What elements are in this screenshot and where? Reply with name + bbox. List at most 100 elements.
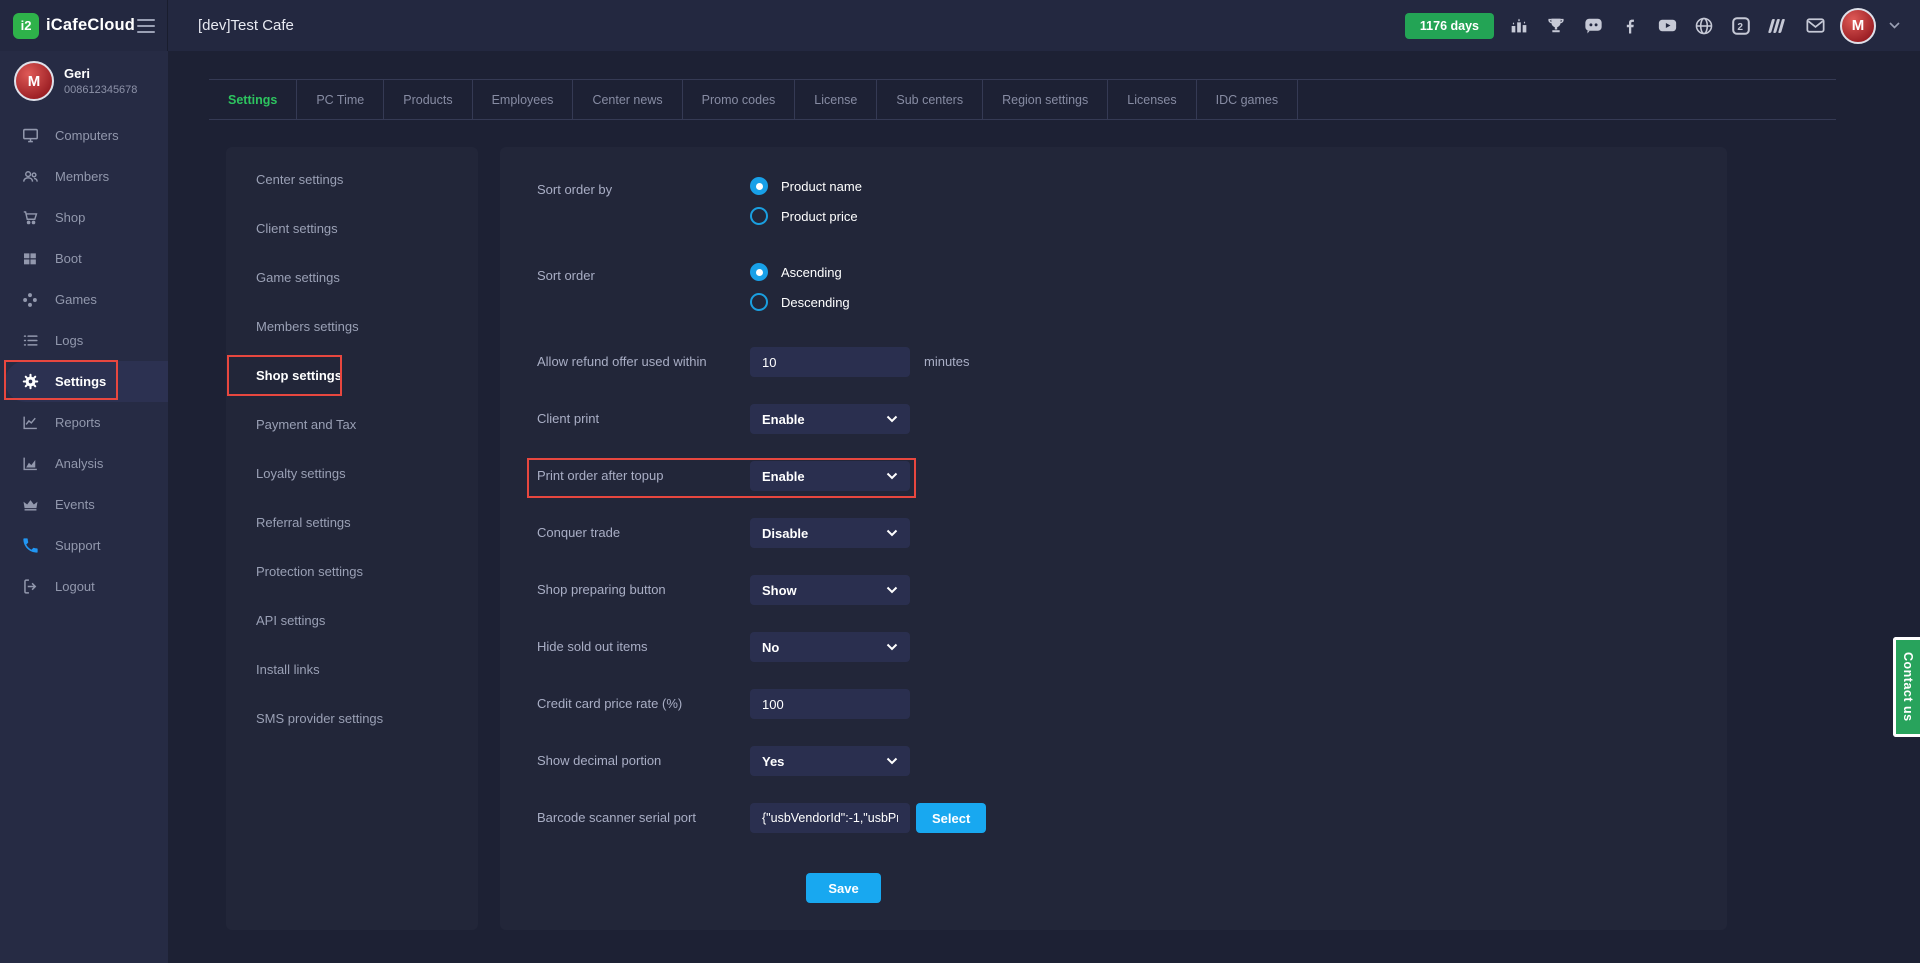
mail-icon[interactable] (1803, 14, 1827, 38)
field-label: Hide sold out items (537, 632, 750, 662)
tab-promo-codes[interactable]: Promo codes (683, 80, 796, 119)
radio-label: Ascending (781, 265, 842, 280)
contact-us-tab[interactable]: Contact us (1893, 637, 1920, 737)
field-label: Shop preparing button (537, 575, 750, 605)
subnav-sms-provider-settings[interactable]: SMS provider settings (226, 694, 478, 743)
field-shop-preparing-button: Shop preparing button Show (537, 575, 1150, 605)
sidebar-item-label: Logs (55, 333, 83, 348)
sidebar-item-label: Support (55, 538, 101, 553)
sidebar-item-members[interactable]: Members (0, 156, 168, 197)
subnav-center-settings[interactable]: Center settings (226, 155, 478, 204)
shop-preparing-button-select[interactable]: Show (750, 575, 910, 605)
conquer-trade-select[interactable]: Disable (750, 518, 910, 548)
show-decimal-portion-select[interactable]: Yes (750, 746, 910, 776)
client-print-select[interactable]: Enable (750, 404, 910, 434)
ranking-icon[interactable] (1507, 14, 1531, 38)
field-print-order-after-topup: Print order after topup Enable (537, 461, 1150, 491)
field-hide-sold-out-items: Hide sold out items No (537, 632, 1150, 662)
field-label: Sort order (537, 261, 750, 311)
hide-sold-out-items-select[interactable]: No (750, 632, 910, 662)
radio-label: Product price (781, 209, 858, 224)
radio-product-price[interactable]: Product price (750, 207, 862, 225)
gamepad-icon (21, 290, 40, 309)
chevron-down-icon (886, 472, 898, 480)
credit-card-rate-input[interactable] (750, 689, 910, 719)
chevron-down-icon[interactable] (1889, 22, 1900, 29)
sidebar-item-label: Games (55, 292, 97, 307)
sidebar-item-logs[interactable]: Logs (0, 320, 168, 361)
sidebar-item-settings[interactable]: Settings (5, 361, 168, 402)
field-label: Allow refund offer used within (537, 347, 750, 377)
subnav-game-settings[interactable]: Game settings (226, 253, 478, 302)
subnav-api-settings[interactable]: API settings (226, 596, 478, 645)
sidebar-menu: Computers Members Shop Boot Games Logs S… (0, 115, 168, 607)
sidebar-item-analysis[interactable]: Analysis (0, 443, 168, 484)
youtube-icon[interactable] (1655, 14, 1679, 38)
globe-icon[interactable] (1692, 14, 1716, 38)
tab-license[interactable]: License (795, 80, 877, 119)
tab-products[interactable]: Products (384, 80, 472, 119)
refund-minutes-input[interactable] (750, 347, 910, 377)
sidebar-item-label: Reports (55, 415, 101, 430)
radio-selected-icon (750, 263, 768, 281)
sidebar-item-reports[interactable]: Reports (0, 402, 168, 443)
select-value: Show (762, 583, 797, 598)
members-icon (21, 167, 40, 186)
tab-idc-games[interactable]: IDC games (1197, 80, 1299, 119)
chevron-down-icon (886, 643, 898, 651)
subnav-loyalty-settings[interactable]: Loyalty settings (226, 449, 478, 498)
trophy-icon[interactable] (1544, 14, 1568, 38)
settings-subnav: Center settings Client settings Game set… (226, 147, 478, 930)
barcode-serial-port-input[interactable] (750, 803, 910, 833)
sidebar-item-shop[interactable]: Shop (0, 197, 168, 238)
sidebar-item-support[interactable]: Support (0, 525, 168, 566)
line-chart-icon (21, 413, 40, 432)
subnav-client-settings[interactable]: Client settings (226, 204, 478, 253)
sidebar-item-events[interactable]: Events (0, 484, 168, 525)
gear-icon (21, 372, 40, 391)
subnav-members-settings[interactable]: Members settings (226, 302, 478, 351)
user-name: Geri (64, 66, 137, 81)
facebook-icon[interactable] (1618, 14, 1642, 38)
subnav-shop-settings[interactable]: Shop settings (226, 351, 478, 400)
chevron-down-icon (886, 586, 898, 594)
sidebar-item-boot[interactable]: Boot (0, 238, 168, 279)
sidebar-item-logout[interactable]: Logout (0, 566, 168, 607)
tab-pc-time[interactable]: PC Time (297, 80, 384, 119)
main-content: Settings PC Time Products Employees Cent… (168, 51, 1920, 963)
user-avatar[interactable]: M (14, 61, 54, 101)
discord-icon[interactable] (1581, 14, 1605, 38)
field-label: Client print (537, 404, 750, 434)
radio-selected-icon (750, 177, 768, 195)
tab-employees[interactable]: Employees (473, 80, 574, 119)
subnav-referral-settings[interactable]: Referral settings (226, 498, 478, 547)
radio-product-name[interactable]: Product name (750, 177, 862, 195)
user-avatar[interactable]: M (1840, 8, 1876, 44)
select-port-button[interactable]: Select (916, 803, 986, 833)
area-chart-icon (21, 454, 40, 473)
radio-descending[interactable]: Descending (750, 293, 850, 311)
radio-label: Descending (781, 295, 850, 310)
tab-sub-centers[interactable]: Sub centers (877, 80, 983, 119)
hamburger-menu-icon[interactable] (137, 19, 155, 33)
subnav-protection-settings[interactable]: Protection settings (226, 547, 478, 596)
field-label: Conquer trade (537, 518, 750, 548)
sidebar: M Geri 008612345678 Computers Members Sh… (0, 51, 168, 963)
save-button[interactable]: Save (806, 873, 880, 903)
radio-unselected-icon (750, 207, 768, 225)
print-order-after-topup-select[interactable]: Enable (750, 461, 910, 491)
subnav-payment-and-tax[interactable]: Payment and Tax (226, 400, 478, 449)
tab-center-news[interactable]: Center news (573, 80, 682, 119)
radio-unselected-icon (750, 293, 768, 311)
subnav-install-links[interactable]: Install links (226, 645, 478, 694)
layers-icon[interactable] (1766, 14, 1790, 38)
tab-licenses[interactable]: Licenses (1108, 80, 1196, 119)
tab-region-settings[interactable]: Region settings (983, 80, 1108, 119)
days-remaining-badge[interactable]: 1176 days (1405, 13, 1494, 39)
radio-ascending[interactable]: Ascending (750, 263, 850, 281)
icafecloud-mini-icon[interactable]: 2 (1729, 14, 1753, 38)
tab-settings[interactable]: Settings (209, 80, 297, 119)
sidebar-item-computers[interactable]: Computers (0, 115, 168, 156)
sidebar-item-label: Members (55, 169, 109, 184)
sidebar-item-games[interactable]: Games (0, 279, 168, 320)
